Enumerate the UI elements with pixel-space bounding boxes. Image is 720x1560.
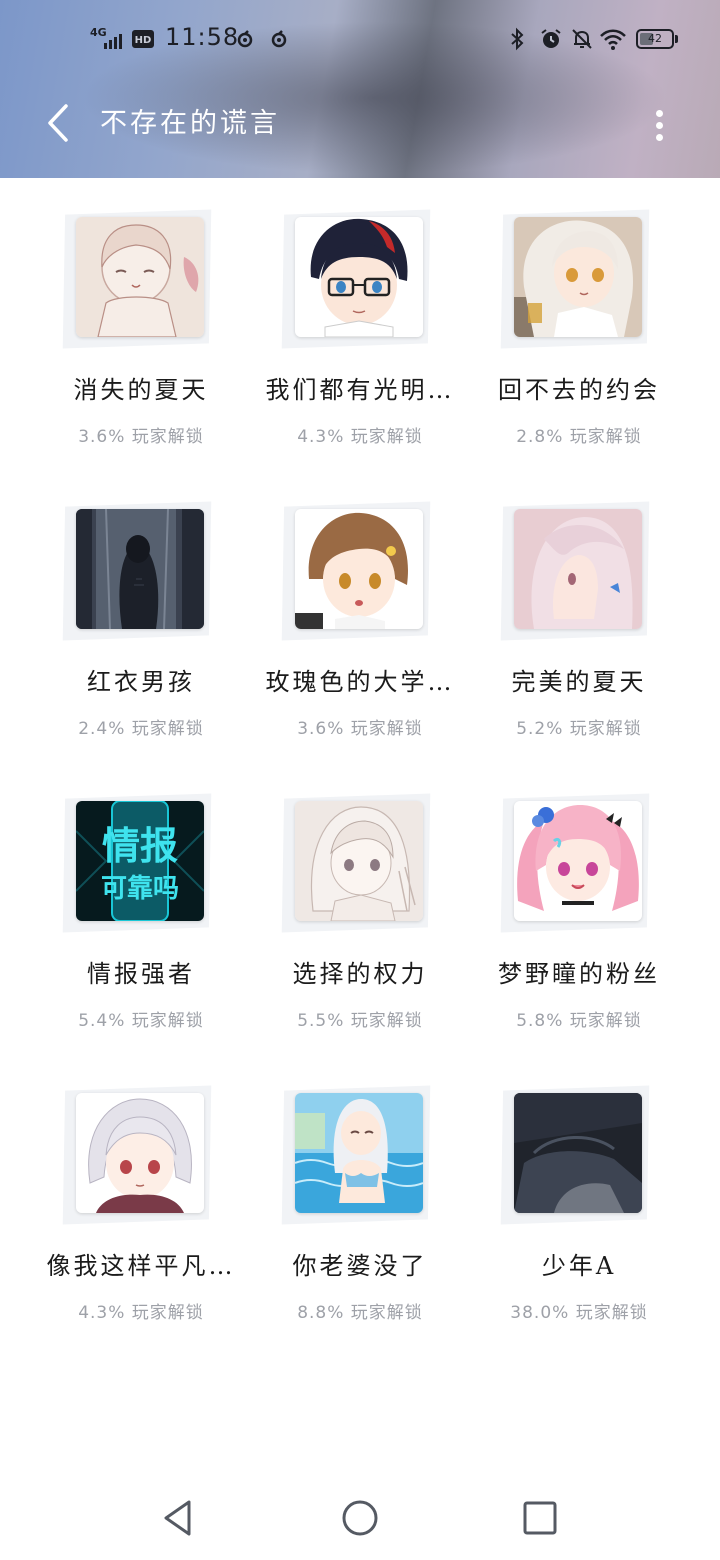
pink-hair-profile-image [514,509,642,629]
unlock-rate: 5.5% 玩家解锁 [297,1011,423,1031]
thumb-text-reliable: 可靠吗 [101,874,179,904]
boy-glasses-image [295,217,423,337]
unlock-rate: 5.4% 玩家解锁 [78,1011,204,1031]
bluetooth-icon [511,27,524,51]
unlock-rate: 4.3% 玩家解锁 [297,427,423,447]
achievement-name: 红衣男孩 [87,668,195,696]
achievement-name: 完美的夏天 [511,668,647,696]
achievement-thumbnail [281,501,431,641]
achievement-name: 消失的夏天 [73,376,209,404]
achievement-thumbnail [62,209,212,349]
unlock-rate: 2.8% 玩家解锁 [516,427,642,447]
achievement-name: 情报强者 [87,960,195,988]
info-reliable-image: 情报 可靠吗 [76,801,204,921]
achievement-thumbnail [500,793,650,933]
status-bar: 4G HD 11:58 42 [0,0,720,76]
unlock-rate: 38.0% 玩家解锁 [510,1303,648,1323]
battery-tip [675,35,678,43]
battery-level: 42 [648,32,662,45]
unlock-rate: 3.6% 玩家解锁 [78,427,204,447]
silver-hair-girl-image [514,217,642,337]
circle-home-icon[interactable] [340,1498,380,1538]
pink-twintail-girl-image [514,801,642,921]
signal-icon [104,34,122,49]
page-title: 不存在的谎言 [100,108,280,139]
achievement-thumbnail [62,501,212,641]
alarm-icon [541,29,561,48]
achievement-thumbnail [62,1085,212,1225]
achievement-name: 玫瑰色的大学… [265,668,455,696]
achievement-thumbnail: 情报 可靠吗 [62,793,212,933]
square-recents-icon[interactable] [520,1498,560,1538]
unlock-rate: 4.3% 玩家解锁 [78,1303,204,1323]
achievement-thumbnail [281,1085,431,1225]
unlock-rate: 5.2% 玩家解锁 [516,719,642,739]
thumb-text-info: 情报 [102,824,178,868]
unlock-rate: 3.6% 玩家解锁 [297,719,423,739]
battery-icon: 42 [636,29,674,49]
achievement-name: 少年A [541,1252,617,1280]
chevron-left-icon[interactable] [40,102,76,144]
achievement-name: 选择的权力 [292,960,428,988]
sketch-white-girl-image [295,801,423,921]
system-navigation-bar [0,1470,720,1560]
white-hair-girl-image [76,1093,204,1213]
sketch-girl-image [76,217,204,337]
app-notification-icon [237,30,253,48]
more-vertical-icon[interactable] [640,104,680,144]
triangle-back-icon[interactable] [158,1498,198,1538]
wifi-icon [600,29,626,50]
dark-boy-image [514,1093,642,1213]
achievement-thumbnail [500,1085,650,1225]
achievement-name: 回不去的约会 [498,376,660,404]
achievement-name: 梦野瞳的粉丝 [498,960,660,988]
app-notification-icon [271,30,287,48]
achievement-thumbnail [500,501,650,641]
app-header: 4G HD 11:58 42 不存在的谎言 [0,0,720,178]
achievement-name: 你老婆没了 [292,1252,428,1280]
achievement-thumbnail [281,793,431,933]
dark-ghost-image [76,509,204,629]
unlock-rate: 2.4% 玩家解锁 [78,719,204,739]
mute-bell-icon [572,29,592,49]
hd-badge: HD [132,30,154,48]
unlock-rate: 5.8% 玩家解锁 [516,1011,642,1031]
brown-hair-girl-image [295,509,423,629]
pool-girl-image [295,1093,423,1213]
achievement-thumbnail [281,209,431,349]
achievement-thumbnail [500,209,650,349]
achievement-name: 像我这样平凡… [46,1252,236,1280]
clock: 11:58 [165,23,240,51]
achievement-name: 我们都有光明… [265,376,455,404]
unlock-rate: 8.8% 玩家解锁 [297,1303,423,1323]
